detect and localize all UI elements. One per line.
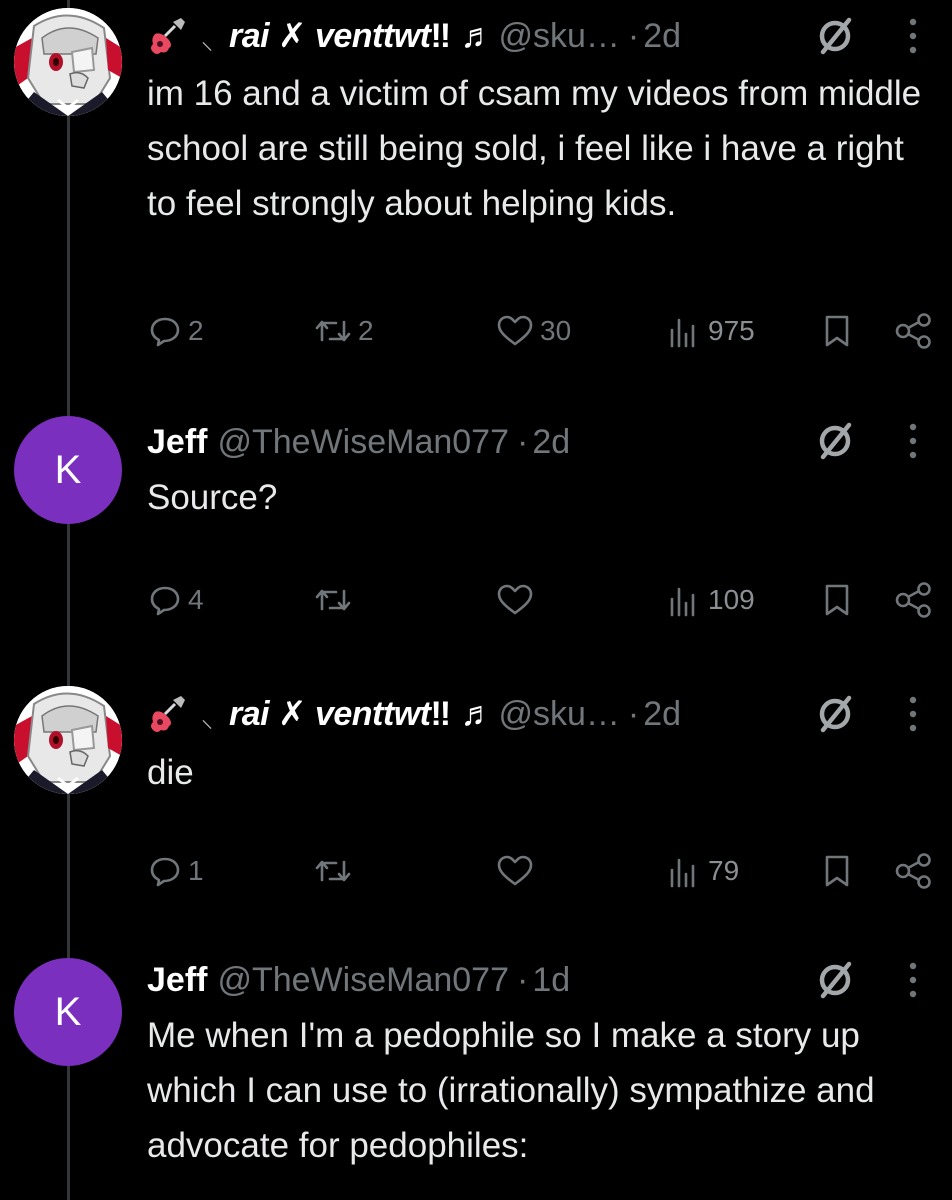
anime-avatar-icon	[14, 8, 122, 116]
author-name[interactable]: Jeff	[147, 423, 207, 462]
author-prefix-glyph: ⸜	[201, 27, 213, 55]
tweet-actions: 2 2 30 975	[0, 306, 952, 356]
reply-count: 4	[188, 584, 204, 615]
repost-count: 2	[358, 315, 374, 346]
tweet-text: Source?	[147, 478, 278, 517]
tweet-time[interactable]: 2d	[643, 695, 681, 734]
muted-icon[interactable]	[815, 16, 855, 56]
tweet-text: die	[147, 753, 194, 792]
views-bar-chart-icon	[670, 858, 695, 888]
author-handle[interactable]: @sku…	[498, 17, 619, 56]
guitar-icon	[151, 696, 185, 732]
more-options-icon[interactable]	[905, 694, 921, 734]
author-suffix: ‼ ♬	[430, 16, 495, 55]
reply-button[interactable]: 4	[148, 575, 204, 625]
bookmark-icon	[825, 855, 849, 887]
bookmark-icon	[825, 315, 849, 347]
views-button[interactable]: 109	[668, 575, 755, 625]
reply-icon	[150, 857, 180, 887]
repost-button[interactable]: 2	[314, 306, 374, 356]
author-suffix: ‼ ♬	[430, 694, 495, 733]
heart-icon	[497, 584, 533, 615]
like-count: 30	[540, 315, 572, 346]
separator-dot: ·	[517, 960, 529, 999]
muted-icon[interactable]	[815, 421, 855, 461]
bookmark-button[interactable]	[822, 575, 852, 625]
reply-button[interactable]: 2	[148, 306, 204, 356]
bookmark-icon	[825, 584, 849, 616]
guitar-icon	[151, 18, 185, 54]
share-icon	[895, 313, 931, 349]
tweet-time[interactable]: 2d	[532, 423, 570, 462]
like-button[interactable]: 30	[496, 306, 571, 356]
avatar[interactable]	[14, 686, 122, 794]
separator-dot: ·	[627, 694, 640, 733]
like-button[interactable]	[496, 846, 540, 896]
reply-button[interactable]: 1	[148, 846, 204, 896]
heart-icon	[497, 315, 533, 346]
repost-icon	[315, 589, 351, 611]
repost-button[interactable]	[314, 575, 358, 625]
separator-dot: ·	[627, 16, 640, 55]
reply-count: 1	[188, 855, 204, 886]
views-button[interactable]: 975	[668, 306, 755, 356]
avatar-letter: K	[54, 989, 82, 1034]
tweet-time[interactable]: 2d	[643, 17, 681, 56]
author-name[interactable]: Jeff	[147, 961, 207, 1000]
share-button[interactable]	[894, 846, 934, 896]
author-prefix-glyph: ⸜	[201, 705, 213, 733]
share-icon	[895, 853, 931, 889]
view-count: 109	[708, 584, 755, 615]
author-handle[interactable]: @sku…	[498, 695, 619, 734]
avatar-letter: K	[54, 447, 82, 492]
share-icon	[895, 582, 931, 618]
views-button[interactable]: 79	[668, 846, 739, 896]
author-handle[interactable]: @TheWiseMan077	[217, 423, 509, 462]
tweet-actions: 4 109	[0, 575, 952, 625]
more-options-icon[interactable]	[905, 16, 921, 56]
repost-button[interactable]	[314, 846, 358, 896]
views-bar-chart-icon	[670, 318, 695, 348]
separator-dot: ·	[517, 422, 529, 461]
share-button[interactable]	[894, 575, 934, 625]
muted-icon[interactable]	[815, 960, 855, 1000]
reply-count: 2	[188, 315, 204, 346]
like-button[interactable]	[496, 575, 540, 625]
author-name[interactable]: rai ✗ venttwt	[229, 16, 431, 56]
tweet-text: Me when I'm a pedophile so I make a stor…	[147, 1016, 875, 1165]
more-options-icon[interactable]	[905, 960, 921, 1000]
tweet-time[interactable]: 1d	[532, 961, 570, 1000]
anime-avatar-icon	[14, 686, 122, 794]
reply-icon	[150, 586, 180, 616]
tweet-actions: 1 79	[0, 846, 952, 896]
share-button[interactable]	[894, 306, 934, 356]
avatar[interactable]: K	[14, 416, 122, 524]
bookmark-button[interactable]	[822, 306, 852, 356]
avatar[interactable]: K	[14, 958, 122, 1066]
bookmark-button[interactable]	[822, 846, 852, 896]
repost-icon	[315, 860, 351, 882]
muted-icon[interactable]	[815, 694, 855, 734]
more-options-icon[interactable]	[905, 421, 921, 461]
avatar[interactable]	[14, 8, 122, 116]
heart-icon	[497, 855, 533, 886]
tweet-text: im 16 and a victim of csam my videos fro…	[147, 74, 922, 223]
repost-icon	[315, 320, 351, 342]
reply-icon	[150, 317, 180, 347]
view-count: 79	[708, 855, 740, 886]
view-count: 975	[708, 315, 755, 346]
author-handle[interactable]: @TheWiseMan077	[217, 961, 509, 1000]
author-name[interactable]: rai ✗ venttwt	[229, 694, 431, 734]
views-bar-chart-icon	[670, 587, 695, 617]
